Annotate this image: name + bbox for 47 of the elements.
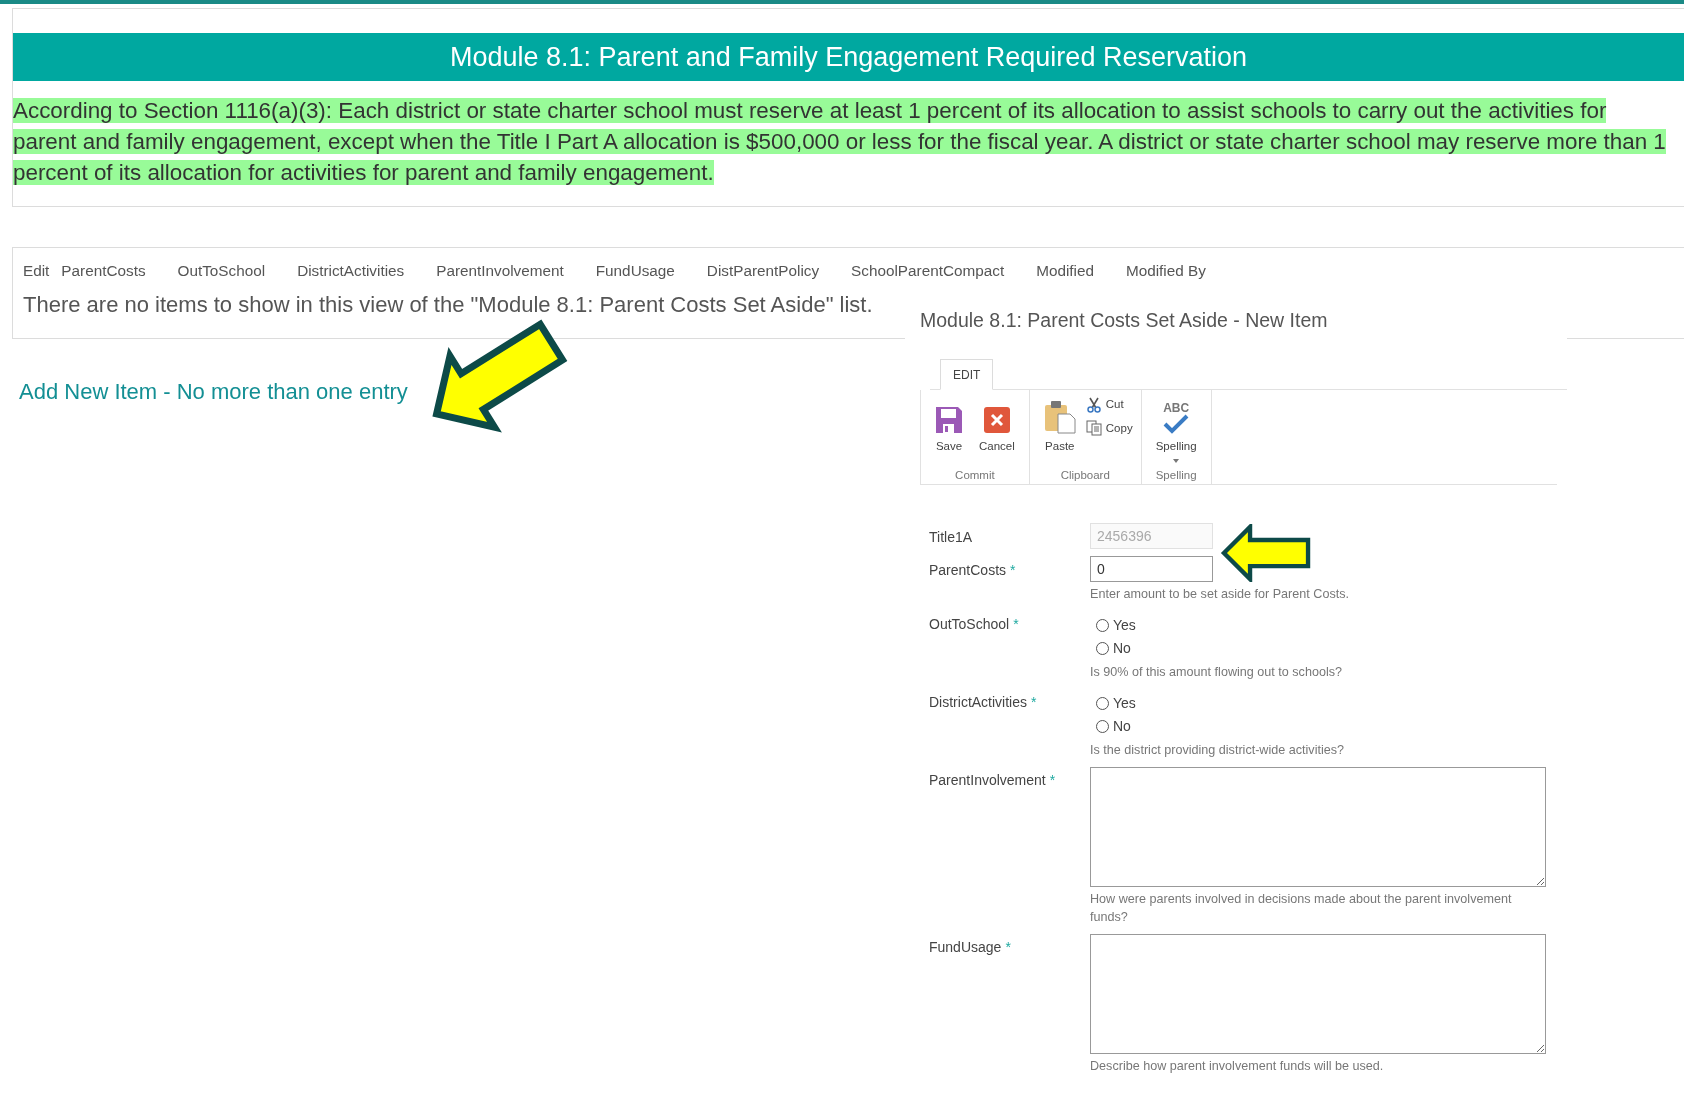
field-hint: Enter amount to be set aside for Parent Costs.: [1090, 586, 1350, 604]
spelling-abc-text: ABC: [1163, 402, 1190, 415]
page-title: Module 8.1: Parent and Family Engagement Required Reservation: [450, 40, 1247, 74]
field-label: FundUsage: [929, 938, 1002, 958]
field-label: DistrictActivities: [929, 693, 1027, 713]
column-header[interactable]: Modified By: [1125, 259, 1206, 283]
field-hint: Describe how parent involvement funds will be used.: [1090, 1058, 1385, 1076]
ribbon-button[interactable]: Copy: [1085, 419, 1133, 437]
required-mark: *: [1010, 561, 1016, 581]
field-label: Title1A: [929, 528, 973, 548]
ribbon-tab[interactable]: EDIT: [940, 359, 994, 391]
add-new-item-link[interactable]: Add New Item - No more than one entry: [19, 375, 408, 408]
field-label: ParentInvolvement: [929, 771, 1046, 791]
column-header[interactable]: Modified: [1036, 259, 1094, 283]
ribbon-button[interactable]: Cut: [1085, 396, 1133, 414]
column-header[interactable]: Edit: [23, 259, 50, 283]
ribbon-button[interactable]: Save: [929, 394, 969, 465]
required-mark: *: [1005, 938, 1011, 958]
ribbon-group-label: Clipboard: [1060, 468, 1110, 483]
column-header[interactable]: DistParentPolicy: [706, 259, 820, 283]
column-header[interactable]: ParentCosts: [61, 259, 146, 283]
radio-label[interactable]: Yes: [1113, 693, 1136, 715]
radio-label[interactable]: No: [1113, 638, 1131, 660]
field-hint: How were parents involved in decisions made about the parent involvement funds?: [1090, 891, 1513, 927]
field-hint: Is the district providing district-wide activities?: [1090, 742, 1346, 760]
ribbon-group-label: Spelling: [1155, 468, 1197, 483]
intro-paragraph: According to Section 1116(a)(3): Each district or state charter school must reserve at least 1 percent of its allocation to assist schools to carry out the activities for parent and family engagement, except when the Title I Part A allocation is $500,000 or less for the fiscal year. A district or state charter school may reserve more than 1 percent of its allocation for activities for parent and family engagement.: [13, 97, 1667, 187]
input-field[interactable]: 0: [1090, 556, 1213, 583]
ribbon-button[interactable]: Paste: [1037, 394, 1082, 465]
radio-label[interactable]: Yes: [1113, 615, 1136, 637]
required-mark: *: [1031, 693, 1037, 713]
radio-label[interactable]: No: [1113, 716, 1131, 738]
column-header[interactable]: SchoolParentCompact: [851, 259, 1005, 283]
required-mark: *: [1049, 771, 1056, 791]
field-label: OutToSchool: [929, 615, 1010, 635]
ribbon-button[interactable]: Cancel: [973, 394, 1021, 465]
dialog-title: Module 8.1: Parent Costs Set Aside - New Item: [919, 308, 1328, 333]
column-header[interactable]: ParentInvolvement: [436, 259, 564, 283]
ribbon-button[interactable]: ABC Spelling: [1149, 394, 1203, 465]
field-hint: Is 90% of this amount flowing out to schools?: [1090, 664, 1344, 682]
column-header[interactable]: OutToSchool: [177, 259, 266, 283]
ribbon-group-label: Commit: [955, 468, 995, 483]
empty-list-message: There are no items to show in this view of the "Module 8.1: Parent Costs Set Aside" list.: [23, 291, 873, 319]
field-label: ParentCosts: [929, 561, 1007, 581]
required-mark: *: [1013, 615, 1019, 635]
column-header[interactable]: FundUsage: [595, 259, 675, 283]
column-header[interactable]: DistrictActivities: [297, 259, 405, 283]
